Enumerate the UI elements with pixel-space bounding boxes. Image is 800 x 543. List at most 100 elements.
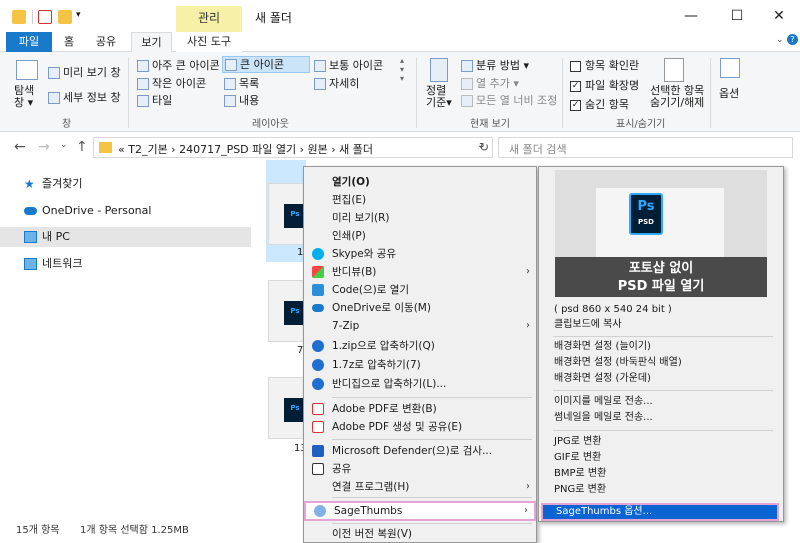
submenu-item-convert-png[interactable]: PNG로 변환: [539, 482, 783, 498]
new-folder-icon[interactable]: [58, 10, 72, 24]
file-extensions-toggle[interactable]: ✓ 파일 확장명: [570, 77, 639, 93]
checkbox[interactable]: [570, 60, 581, 72]
customize-qat-icon[interactable]: ▾: [76, 10, 81, 20]
menu-item-compress-bandizip[interactable]: 반디집으로 압축하기(L)...: [304, 375, 536, 393]
tab-file[interactable]: 파일: [6, 32, 52, 52]
submenu-item-convert-jpg[interactable]: JPG로 변환: [539, 434, 783, 450]
menu-item-compress-7z[interactable]: 1.7z로 압축하기(7): [304, 356, 536, 374]
menu-item-open-with-code[interactable]: Code(으)로 열기: [304, 281, 536, 299]
bandizip-icon: [312, 378, 324, 390]
address-path[interactable]: « T2_기본 › 240717_PSD 파일 열기 › 원본 › 새 폴더: [118, 141, 373, 157]
submenu-item-wallpaper-stretch[interactable]: 배경화면 설정 (늘이기): [539, 339, 783, 355]
cloud-icon: [24, 207, 37, 215]
submenu-item-wallpaper-tile[interactable]: 배경화면 설정 (바둑판식 배열): [539, 355, 783, 371]
layout-l-icons[interactable]: 큰 아이콘: [222, 56, 310, 73]
nav-item-quick-access[interactable]: ★ 즐겨찾기: [0, 174, 251, 194]
menu-item-adobe-pdf[interactable]: Adobe PDF로 변환(B): [304, 400, 536, 418]
collapse-ribbon-icon[interactable]: ⌄: [776, 35, 784, 45]
menu-item-sagethumbs[interactable]: SageThumbs ›: [304, 501, 536, 521]
menu-item-compress-zip[interactable]: 1.zip으로 압축하기(Q): [304, 337, 536, 355]
layout-details[interactable]: 자세히: [314, 75, 359, 91]
menu-item-bandiview[interactable]: 반디뷰(B) ›: [304, 263, 536, 281]
hidden-items-toggle[interactable]: ✓ 숨긴 항목: [570, 96, 629, 112]
menu-item-open[interactable]: 열기(O): [304, 173, 536, 191]
menu-item-7zip[interactable]: 7-Zip ›: [304, 317, 536, 335]
menu-item-label: 7-Zip: [332, 320, 360, 332]
menu-item-adobe-pdf-share[interactable]: Adobe PDF 생성 및 공유(E): [304, 418, 536, 436]
layout-xl-icons[interactable]: 아주 큰 아이콘: [137, 57, 220, 73]
help-icon[interactable]: ?: [787, 34, 798, 45]
menu-item-preview[interactable]: 미리 보기(R): [304, 209, 536, 227]
sort-icon: [430, 58, 448, 82]
submenu-arrow-icon: ›: [526, 320, 530, 331]
submenu-item-copy-clipboard[interactable]: 클립보드에 복사: [539, 317, 783, 333]
forward-button[interactable]: →: [38, 139, 50, 155]
file-thumbnail[interactable]: Ps: [268, 377, 308, 439]
submenu-arrow-icon: ›: [524, 505, 528, 516]
submenu-item-email-thumbnail[interactable]: 썸네일을 메일로 전송...: [539, 410, 783, 426]
menu-item-edit[interactable]: 편집(E): [304, 191, 536, 209]
layout-tiles-label: 타일: [152, 94, 173, 107]
submenu-item-sagethumbs-options[interactable]: SageThumbs 옵션...: [541, 503, 779, 521]
address-bar[interactable]: « T2_기본 › 240717_PSD 파일 열기 › 원본 › 새 폴더 ⌄: [93, 137, 493, 158]
network-icon: [24, 258, 37, 270]
tab-home[interactable]: 홈: [56, 32, 82, 52]
nav-item-this-pc[interactable]: 내 PC: [0, 227, 251, 247]
details-pane-button[interactable]: 세부 정보 창: [48, 89, 121, 105]
tab-manage[interactable]: 관리: [176, 6, 242, 32]
maximize-button[interactable]: ☐: [714, 0, 760, 32]
layout-content[interactable]: 내용: [224, 92, 259, 108]
checkbox-checked[interactable]: ✓: [570, 80, 581, 92]
menu-item-restore-previous[interactable]: 이전 버전 복원(V): [304, 525, 536, 543]
nav-item-network[interactable]: 네트워크: [0, 254, 251, 274]
onedrive-icon: [312, 304, 324, 312]
menu-item-skype-share[interactable]: Skype와 공유: [304, 245, 536, 263]
tab-photo-tools[interactable]: 사진 도구: [176, 32, 242, 52]
size-columns-label: 모든 열 너비 조정: [476, 94, 558, 107]
file-thumbnail[interactable]: Ps: [268, 183, 308, 245]
close-button[interactable]: ✕: [756, 0, 800, 32]
menu-item-defender[interactable]: Microsoft Defender(으)로 검사...: [304, 442, 536, 460]
recent-locations-button[interactable]: ⌄: [60, 140, 68, 150]
properties-icon[interactable]: [38, 10, 52, 24]
group-by-button[interactable]: 분류 방법 ▾: [461, 57, 529, 73]
menu-item-print[interactable]: 인쇄(P): [304, 227, 536, 245]
layout-m-icons[interactable]: 보통 아이콘: [314, 57, 383, 73]
search-box[interactable]: ↻ 새 폴더 검색: [479, 137, 793, 158]
size-columns-button[interactable]: 모든 열 너비 조정: [461, 92, 557, 108]
refresh-icon[interactable]: ↻: [479, 140, 489, 154]
submenu-item-convert-gif[interactable]: GIF로 변환: [539, 450, 783, 466]
sort-by-button[interactable]: 정렬 기준▾: [426, 85, 452, 109]
submenu-item-email-image[interactable]: 이미지를 메일로 전송...: [539, 394, 783, 410]
thumbnail-preview: Ps PSD 포토샵 없이 PSD 파일 열기: [555, 170, 767, 297]
hide-selected-button[interactable]: 선택한 항목 숨기기/해제: [650, 85, 704, 109]
layout-s-icons[interactable]: 작은 아이콘: [137, 75, 206, 91]
submenu-arrow-icon: ›: [526, 481, 530, 492]
options-button[interactable]: 옵션: [719, 85, 739, 101]
nav-item-onedrive[interactable]: OneDrive - Personal: [0, 201, 251, 221]
nav-pane-button[interactable]: 탐색 창 ▾: [14, 85, 34, 109]
item-checkboxes-toggle[interactable]: 항목 확인란: [570, 57, 639, 73]
layout-scroll-icon[interactable]: ▴ ▾ ▾: [400, 56, 404, 83]
options-icon: [720, 58, 740, 78]
minimize-button[interactable]: —: [668, 0, 714, 32]
tab-view[interactable]: 보기: [131, 32, 172, 53]
submenu-item-convert-bmp[interactable]: BMP로 변환: [539, 466, 783, 482]
up-button[interactable]: ↑: [76, 139, 88, 155]
sagethumbs-icon: [314, 505, 326, 517]
submenu-item-wallpaper-center[interactable]: 배경화면 설정 (가운데): [539, 371, 783, 387]
tab-share[interactable]: 공유: [88, 32, 124, 52]
preview-pane-button[interactable]: 미리 보기 창: [48, 64, 121, 80]
layout-list[interactable]: 목록: [224, 75, 259, 91]
photoshop-logo-icon: Ps PSD: [629, 193, 663, 235]
share-icon: [312, 463, 324, 475]
file-thumbnail[interactable]: Ps: [268, 280, 308, 342]
menu-item-share[interactable]: 공유: [304, 460, 536, 478]
menu-item-open-with[interactable]: 연결 프로그램(H) ›: [304, 478, 536, 496]
menu-separator: [332, 397, 532, 398]
menu-item-onedrive-move[interactable]: OneDrive로 이동(M): [304, 299, 536, 317]
add-columns-button[interactable]: 열 추가 ▾: [461, 75, 519, 91]
layout-tiles[interactable]: 타일: [137, 92, 172, 108]
back-button[interactable]: ←: [14, 139, 26, 155]
checkbox-checked[interactable]: ✓: [570, 99, 581, 111]
